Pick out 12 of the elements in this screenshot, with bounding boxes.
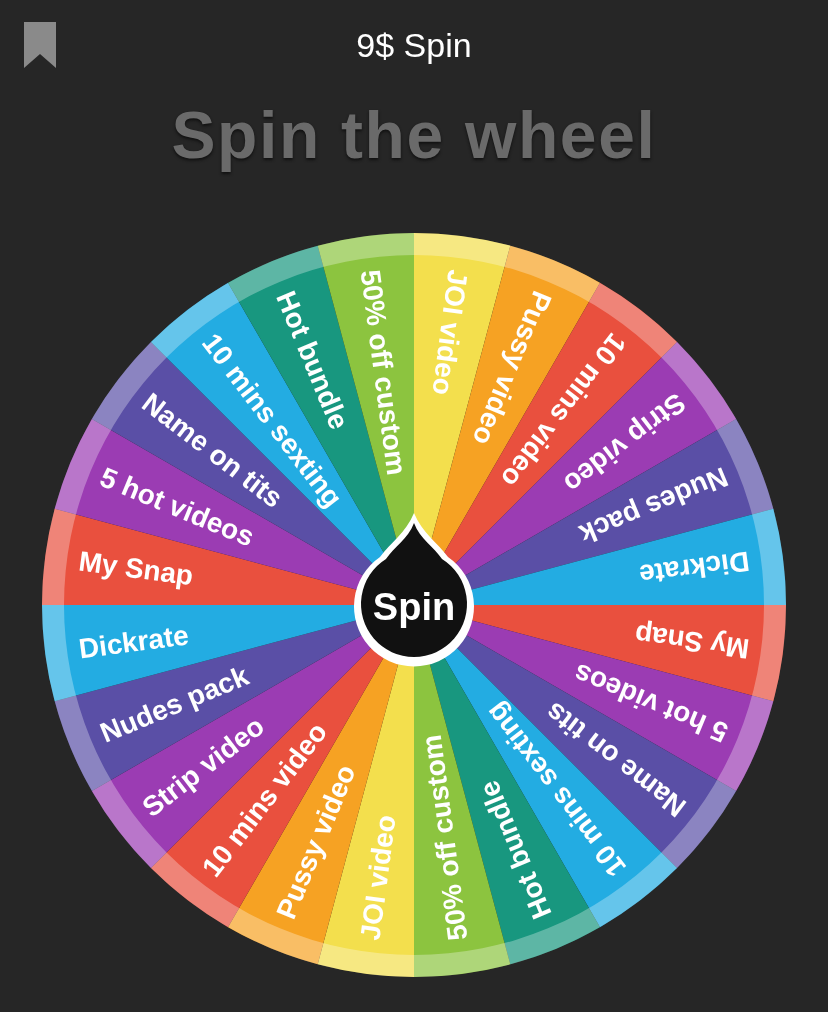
segment-label: My Snap [632,618,752,665]
segment-label: 50% off custom [415,732,474,943]
segment-label: Dickrate [637,545,752,591]
segment-label: JOI video [354,813,402,943]
segment-label: JOI video [426,267,474,397]
segment-label: Dickrate [76,619,191,665]
segment-label: 50% off custom [354,267,413,478]
bookmark-icon[interactable] [24,22,56,68]
spin-button[interactable]: Spin [354,513,474,667]
segment-label: My Snap [76,545,196,592]
page-title: 9$ Spin [356,24,472,66]
wheel-heading: Spin the wheel [171,96,657,174]
